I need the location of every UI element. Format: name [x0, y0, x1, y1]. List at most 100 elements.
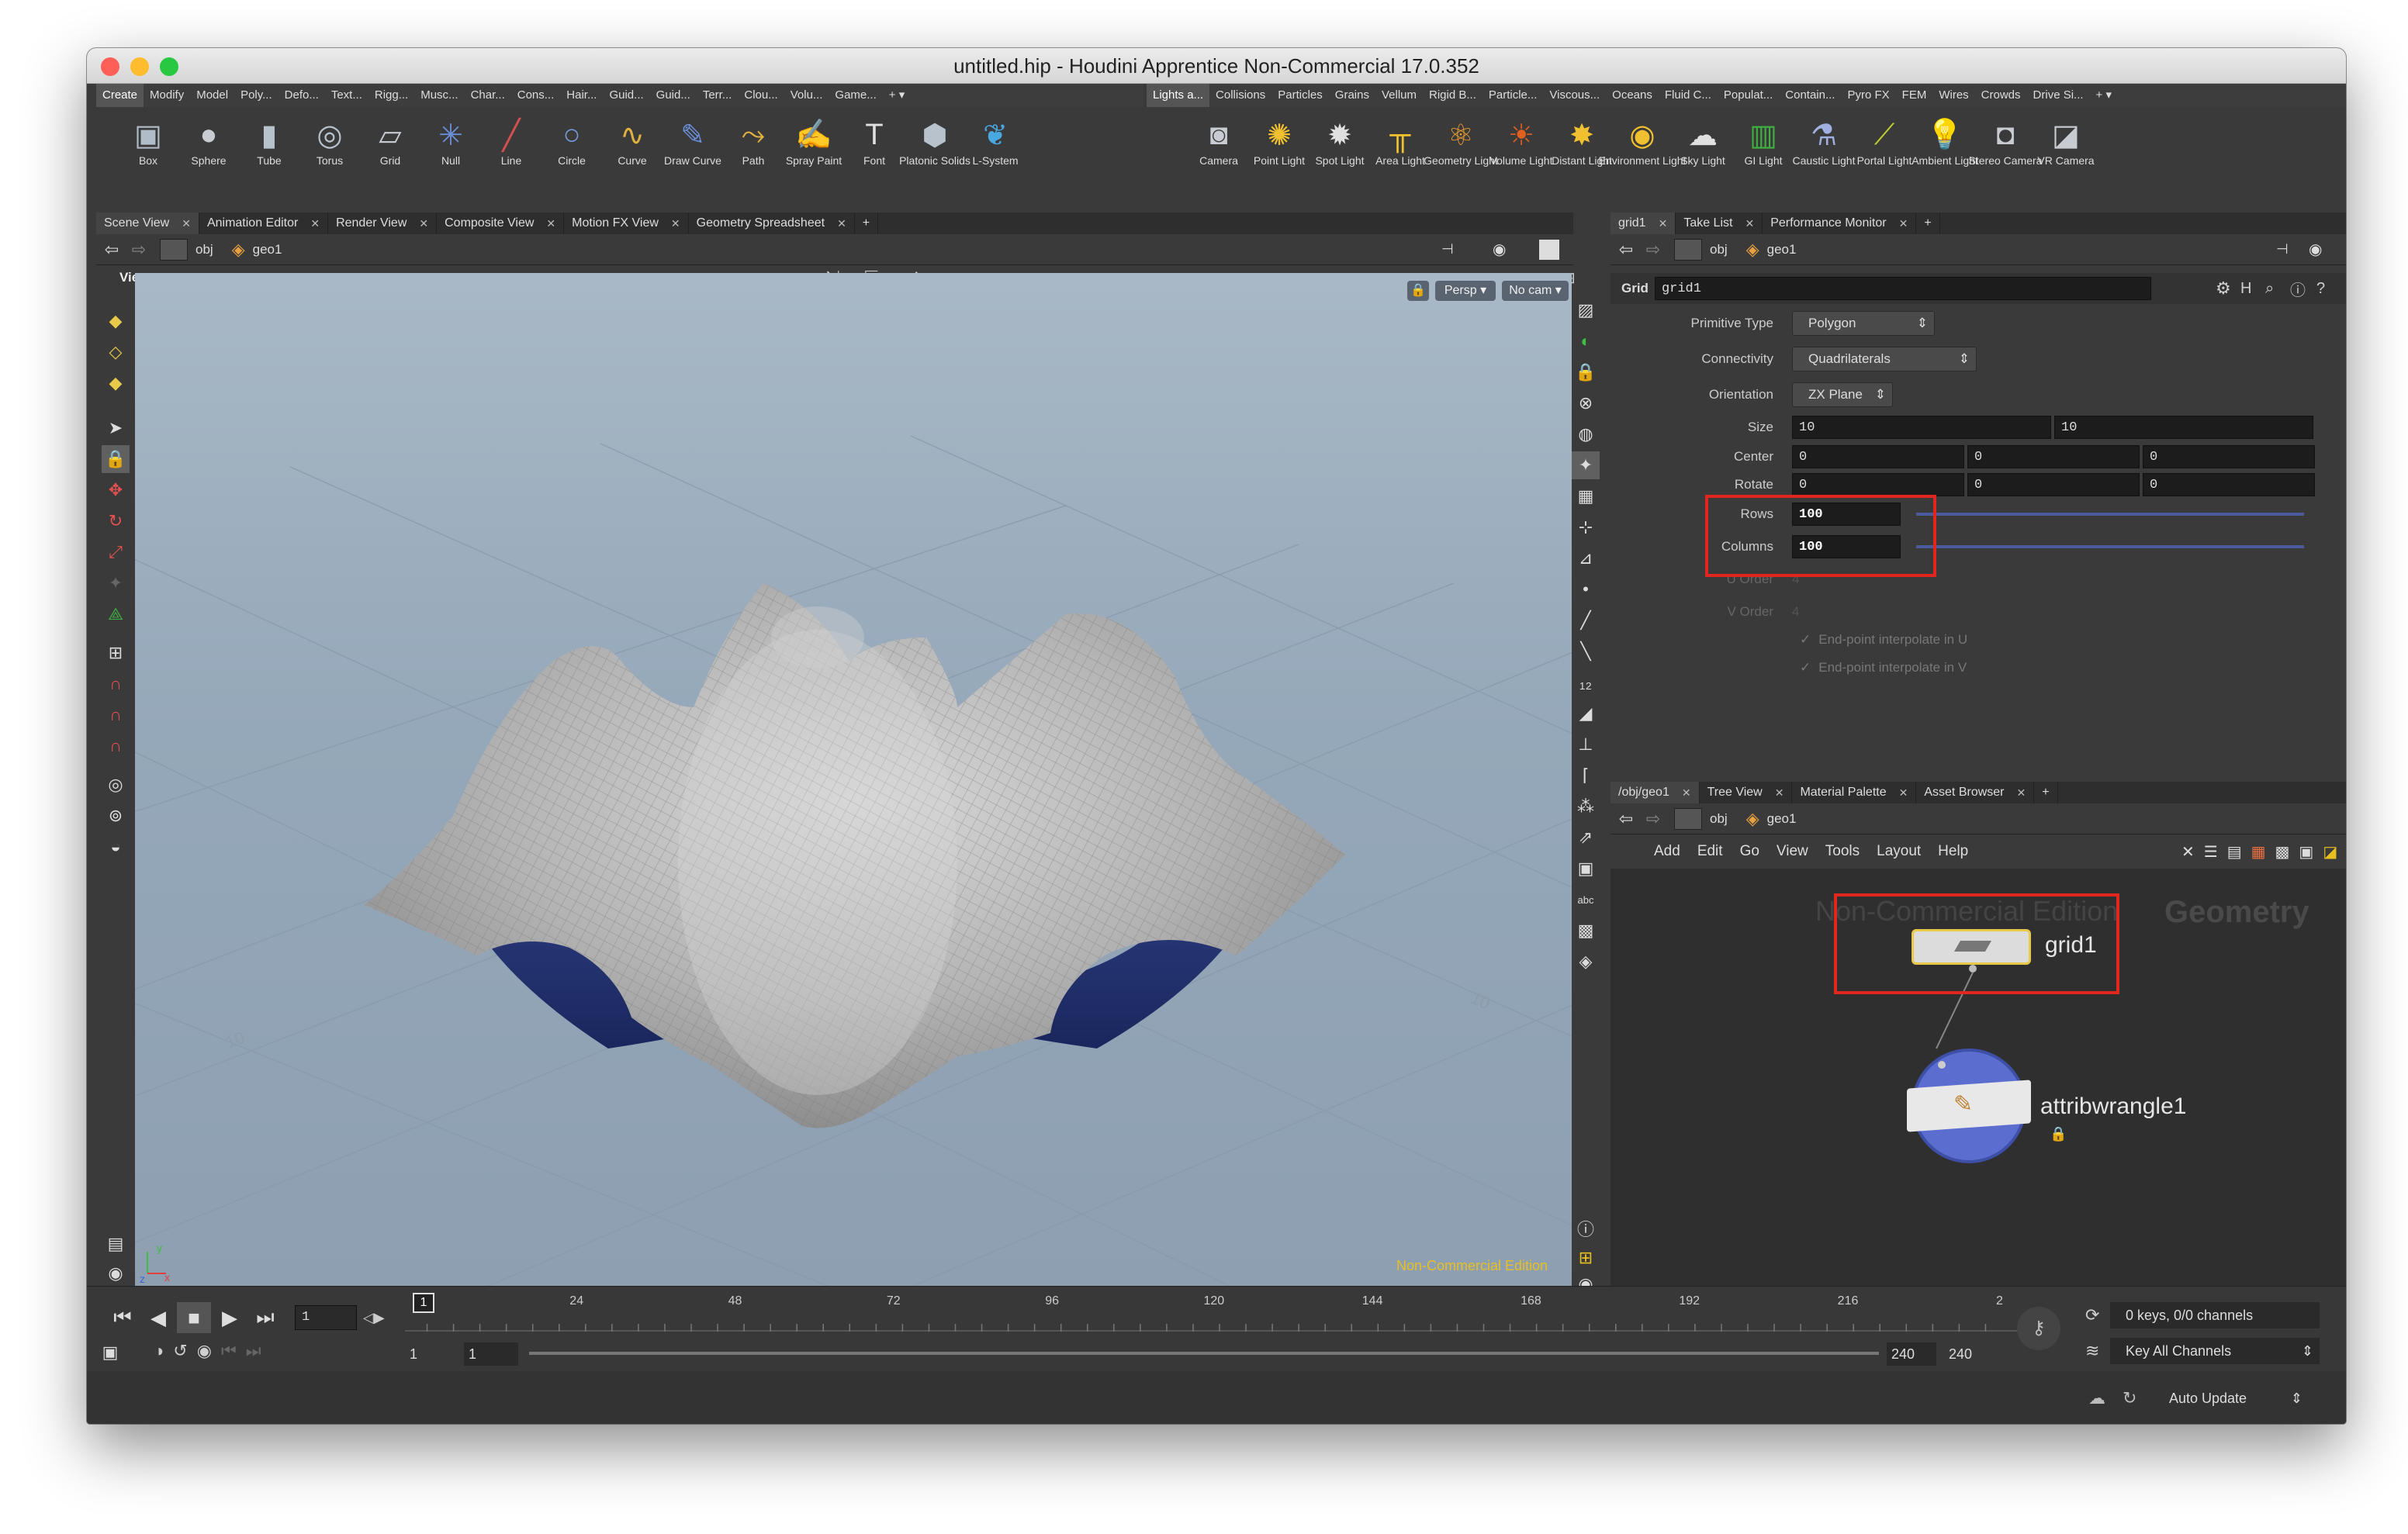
display-points-icon[interactable]: ⊹ — [1572, 513, 1600, 541]
range-forward-icon[interactable]: ⏭ — [246, 1341, 261, 1361]
range-end-field-2[interactable]: 240 — [1944, 1342, 1994, 1366]
shelf-tab-15[interactable]: Volu... — [784, 84, 829, 107]
tool-spray-paint[interactable]: ✍ Spray Paint — [784, 107, 844, 212]
shelf-add-icon[interactable]: + ▾ — [883, 84, 911, 107]
tool-tube[interactable]: ▮ Tube — [239, 107, 299, 212]
tool-volume-light[interactable]: ☀ Volume Light — [1490, 107, 1553, 212]
close-tab-icon[interactable]: ✕ — [310, 212, 320, 234]
close-tab-icon[interactable]: ✕ — [671, 212, 680, 234]
tool-ambient-light[interactable]: 💡 Ambient Light — [1912, 107, 1978, 212]
display-normals-icon[interactable]: ⊿ — [1572, 544, 1600, 572]
tool-null[interactable]: ✳ Null — [420, 107, 481, 212]
frame-icon[interactable]: ◍ — [1572, 420, 1600, 448]
tool-sky-light[interactable]: ☁ Sky Light — [1673, 107, 1733, 212]
vertex-icon[interactable]: ╲ — [1572, 637, 1600, 665]
net-tab-0[interactable]: /obj/geo1 ✕ — [1611, 782, 1700, 803]
close-tab-icon[interactable]: ✕ — [1659, 212, 1668, 234]
scene-tab-0[interactable]: Scene View ✕ — [96, 212, 199, 234]
close-tab-icon[interactable]: ✕ — [546, 212, 555, 234]
net-tab-1[interactable]: Tree View ✕ — [1700, 782, 1793, 803]
range-start-field[interactable]: 1 — [405, 1342, 459, 1366]
range-start-field-2[interactable]: 1 — [464, 1342, 518, 1366]
param-add-tab-icon[interactable]: + — [1916, 212, 1940, 234]
keys-info[interactable]: 0 keys, 0/0 channels — [2110, 1302, 2320, 1328]
pose-icon[interactable]: ✦ — [102, 569, 130, 597]
auto-update-dropdown[interactable]: Auto Update ⇕ — [2154, 1385, 2309, 1411]
tile-icon[interactable]: ▩ — [2275, 842, 2290, 862]
shelf-tab-1[interactable]: Modify — [144, 84, 190, 107]
net-menu-layout[interactable]: Layout — [1877, 843, 1921, 860]
param-forward-icon[interactable]: ⇨ — [1642, 240, 1665, 260]
shelf-tab-10[interactable]: Hair... — [560, 84, 603, 107]
close-tab-icon[interactable]: ✕ — [1745, 212, 1754, 234]
net-menu-edit[interactable]: Edit — [1697, 843, 1723, 860]
tool-gi-light[interactable]: ▥ GI Light — [1733, 107, 1794, 212]
center-z-field[interactable]: 0 — [2143, 445, 2315, 468]
node-name-field[interactable]: grid1 — [1654, 277, 2151, 300]
scene-viewport[interactable]: 10 10 y x z 🔒 Persp ▾ No cam ▾ Non-Comme… — [135, 273, 1572, 1286]
point-dot-icon[interactable]: • — [1572, 575, 1600, 603]
connectivity-dropdown[interactable]: Quadrilaterals ⇕ — [1792, 347, 1977, 371]
shelf-tab-6[interactable]: Rigg... — [368, 84, 414, 107]
scene-tab-3[interactable]: Composite View ✕ — [437, 212, 565, 234]
normals-icon[interactable]: ⊥ — [1572, 731, 1600, 758]
lock-tool-icon[interactable]: 🔒 — [102, 445, 130, 473]
net-path-node[interactable]: geo1 — [1767, 811, 1797, 827]
param-back-icon[interactable]: ⇦ — [1611, 240, 1642, 260]
number-icon[interactable]: ₁₂ — [1572, 669, 1600, 696]
close-tab-icon[interactable]: ✕ — [182, 212, 191, 234]
tool-point-light[interactable]: ✺ Point Light — [1249, 107, 1310, 212]
range-slider[interactable] — [529, 1352, 1879, 1355]
shelf-tab-11[interactable]: Guid... — [603, 84, 649, 107]
rotate-z-field[interactable]: 0 — [2143, 473, 2315, 496]
wrangle-input-dot[interactable] — [1938, 1061, 1946, 1069]
close-tab-icon[interactable]: ✕ — [837, 212, 846, 234]
attribwrangle1-node[interactable]: ✎ — [1907, 1049, 2031, 1163]
forward-arrow-icon[interactable]: ⇨ — [127, 240, 150, 260]
param-tab-0[interactable]: grid1 ✕ — [1611, 212, 1676, 234]
shelf-tab-13[interactable]: FEM — [1896, 84, 1933, 107]
tool-line[interactable]: ╱ Line — [481, 107, 541, 212]
tool-torus[interactable]: ◎ Torus — [299, 107, 360, 212]
tool-spot-light[interactable]: ✹ Spot Light — [1310, 107, 1370, 212]
shelf-tab-16[interactable]: Game... — [829, 84, 882, 107]
refresh-icon[interactable]: ↻ — [2123, 1388, 2136, 1408]
zoom-window-button[interactable] — [160, 57, 178, 76]
primitive-icon[interactable]: ◢ — [1572, 700, 1600, 727]
snapshot-icon[interactable]: ▩ — [1572, 917, 1600, 945]
go-start-button[interactable]: ⏮ — [106, 1302, 140, 1333]
info-circle-icon[interactable]: ⓘ — [2290, 278, 2306, 300]
display-options-icon[interactable]: ◒ — [102, 833, 130, 861]
timeline-ruler[interactable]: 1 24 48 72 96 120 144 168 192 216 2 — [405, 1293, 2026, 1332]
shelf-tab-15[interactable]: Crowds — [1975, 84, 2027, 107]
magnet-icon-2[interactable]: ∩ — [102, 701, 130, 729]
tool-platonic-solids[interactable]: ⬢ Platonic Solids — [899, 107, 970, 212]
close-tab-icon[interactable]: ✕ — [1775, 782, 1784, 803]
shelf-tab-1[interactable]: Collisions — [1209, 84, 1271, 107]
rotate-x-field[interactable]: 0 — [1792, 473, 1964, 496]
tools-x-icon[interactable]: ✕ — [2181, 842, 2195, 862]
param-link-icon[interactable]: ◉ — [2309, 240, 2322, 259]
viewport-shade-icon[interactable]: ▤ — [102, 1230, 130, 1258]
viewport-scene-svg[interactable]: 10 10 y x z — [135, 273, 1572, 1286]
search-icon[interactable]: ⌕ — [2265, 280, 2274, 298]
shelf-tab-5[interactable]: Text... — [325, 84, 368, 107]
chat-icon[interactable]: ☁ — [2088, 1388, 2105, 1408]
close-window-button[interactable] — [101, 57, 119, 76]
tree-icon[interactable]: ☰ — [2204, 842, 2218, 862]
shelf-add-icon[interactable]: + ▾ — [2090, 84, 2118, 107]
range-back-icon[interactable]: ⏮ — [221, 1341, 237, 1361]
shelf-tab-3[interactable]: Grains — [1329, 84, 1375, 107]
tool-stereo-camera[interactable]: ◘ Stereo Camera — [1969, 107, 2043, 212]
shelf-tab-4[interactable]: Vellum — [1375, 84, 1423, 107]
play-button[interactable]: ▶ — [213, 1302, 247, 1333]
close-tab-icon[interactable]: ✕ — [1899, 212, 1908, 234]
shelf-tab-8[interactable]: Char... — [465, 84, 511, 107]
tool-circle[interactable]: ○ Circle — [541, 107, 602, 212]
scene-tab-2[interactable]: Render View ✕ — [328, 212, 438, 234]
channel-icon[interactable]: ⟳ — [2085, 1305, 2099, 1325]
center-y-field[interactable]: 0 — [1967, 445, 2140, 468]
info-icon[interactable]: ⓘ — [1572, 1214, 1600, 1242]
tool-caustic-light[interactable]: ⚗ Caustic Light — [1793, 107, 1856, 212]
ghost-icon[interactable]: ◐ — [1572, 327, 1600, 355]
